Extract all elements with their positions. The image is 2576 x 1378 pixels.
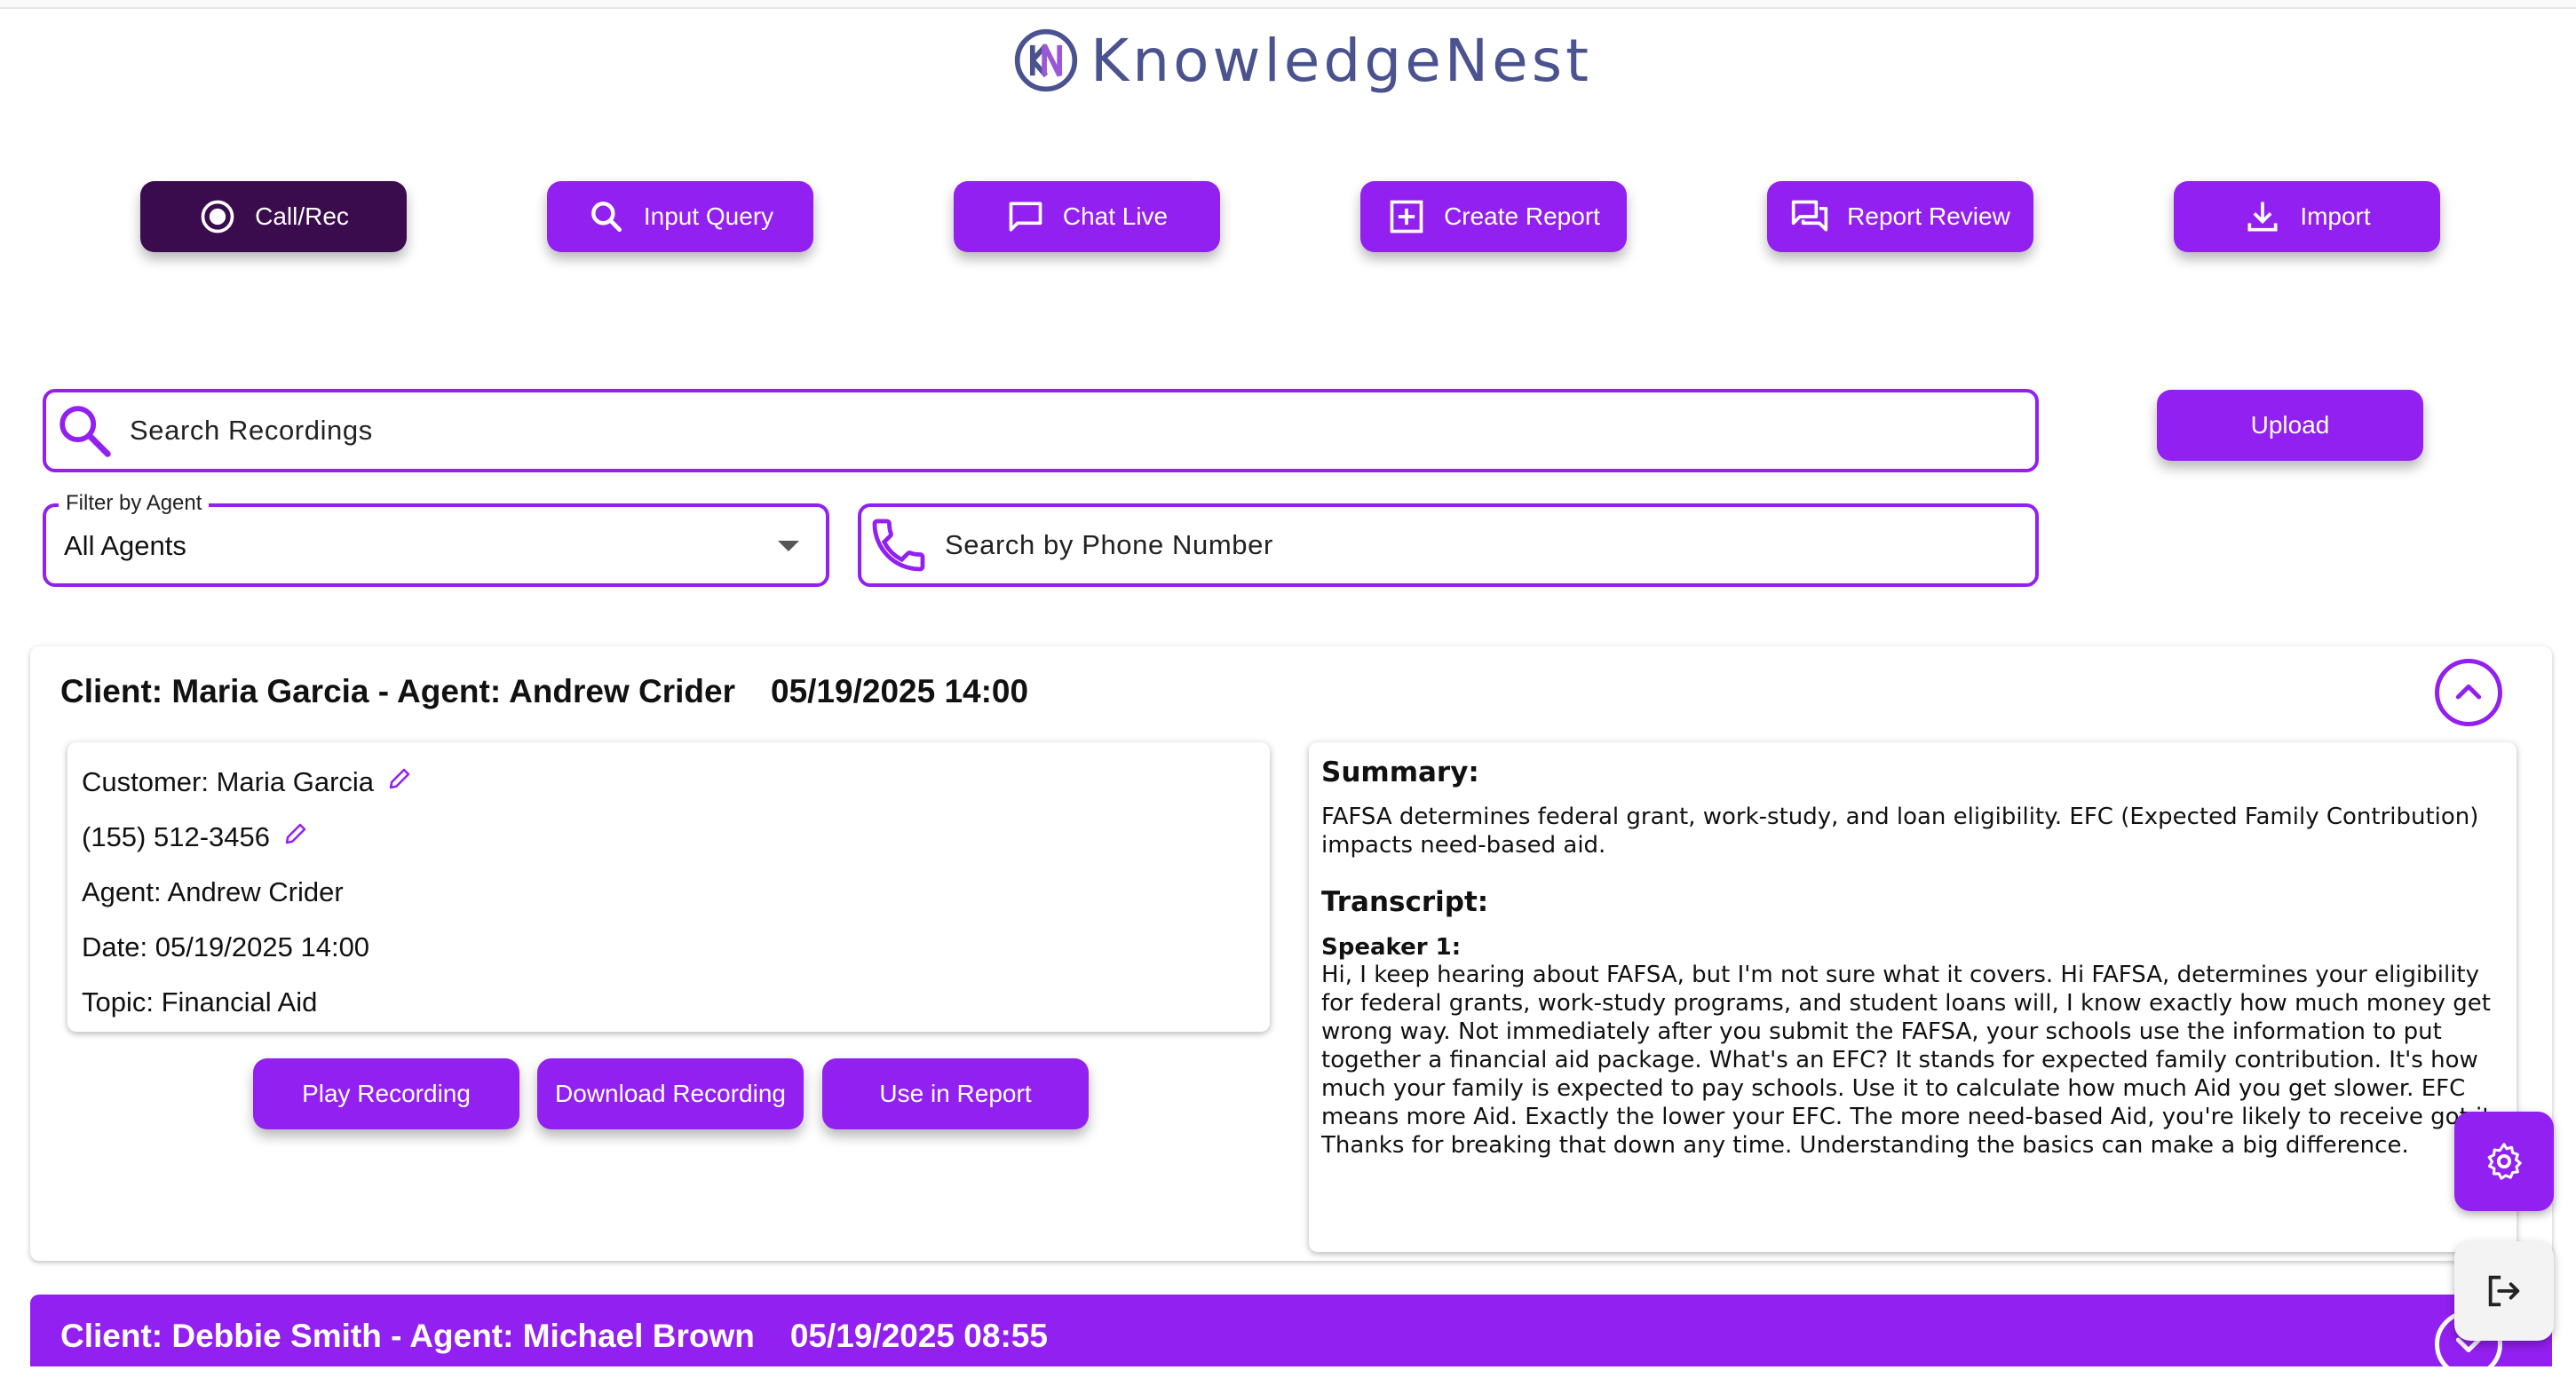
collapse-button[interactable] <box>2435 659 2502 726</box>
recording-card-collapsed[interactable]: Client: Debbie Smith - Agent: Michael Br… <box>30 1295 2552 1378</box>
settings-button[interactable] <box>2454 1112 2554 1211</box>
search-recordings-input[interactable] <box>128 414 2035 447</box>
nav-chat-live-button[interactable]: Chat Live <box>954 181 1220 252</box>
nav-label: Report Review <box>1847 202 2010 230</box>
recording-details-panel: Customer: Maria Garcia (155) 512-3456 Ag… <box>67 742 1270 1032</box>
topic-row: Topic: Financial Aid <box>82 986 318 1018</box>
upload-button[interactable]: Upload <box>2157 390 2423 461</box>
speaker-label: Speaker 1: <box>1321 934 1462 961</box>
nav-input-query-button[interactable]: Input Query <box>547 181 813 252</box>
search-icon <box>59 406 111 457</box>
search-icon <box>590 202 622 233</box>
filter-value: All Agents <box>64 530 186 561</box>
chat-icon <box>1009 202 1042 232</box>
gear-icon <box>2487 1143 2522 1180</box>
top-bar <box>0 0 2576 9</box>
logo-icon <box>1014 28 1078 92</box>
phone-row: (155) 512-3456 <box>82 810 1256 865</box>
app-name: KnowledgeNest <box>1090 26 1593 95</box>
edit-customer-button[interactable] <box>386 765 413 799</box>
recording-datetime: 05/19/2025 08:55 <box>789 1318 1048 1354</box>
record-icon <box>201 200 234 234</box>
transcript-text: Hi, I keep hearing about FAFSA, but I'm … <box>1321 962 2499 1159</box>
play-recording-button[interactable]: Play Recording <box>253 1058 519 1129</box>
pencil-icon <box>389 768 410 789</box>
download-icon <box>2247 202 2278 232</box>
nav-import-button[interactable]: Import <box>2174 181 2440 252</box>
nav-report-review-button[interactable]: Report Review <box>1767 181 2033 252</box>
customer-row: Customer: Maria Garcia <box>82 755 1256 810</box>
summary-transcript-panel: Summary: FAFSA determines federal grant,… <box>1309 742 2517 1252</box>
date-row: Date: 05/19/2025 14:00 <box>82 931 370 962</box>
recording-card-header[interactable]: Client: Maria Garcia - Agent: Andrew Cri… <box>60 673 1028 710</box>
nav-call-rec-button[interactable]: Call/Rec <box>140 181 407 252</box>
recording-card: Client: Maria Garcia - Agent: Andrew Cri… <box>30 646 2552 1261</box>
summary-heading: Summary: <box>1321 756 1479 788</box>
recording-title: Client: Maria Garcia - Agent: Andrew Cri… <box>60 673 735 709</box>
download-recording-button[interactable]: Download Recording <box>537 1058 804 1129</box>
dropdown-arrow-icon <box>778 541 799 551</box>
transcript-heading: Transcript: <box>1321 886 1489 918</box>
forum-icon <box>1792 200 1828 232</box>
agent-filter-select[interactable]: Filter by Agent All Agents <box>43 491 829 587</box>
recording-card-header[interactable]: Client: Debbie Smith - Agent: Michael Br… <box>60 1318 1048 1355</box>
recording-title: Client: Debbie Smith - Agent: Michael Br… <box>60 1318 755 1354</box>
agent-row: Agent: Andrew Crider <box>82 876 344 907</box>
nav-label: Call/Rec <box>255 202 349 230</box>
use-in-report-button[interactable]: Use in Report <box>822 1058 1089 1129</box>
search-recordings-box <box>43 389 2039 472</box>
app-logo: KnowledgeNest <box>1012 16 1592 105</box>
phone-search-input[interactable] <box>943 528 2035 562</box>
recording-datetime: 05/19/2025 14:00 <box>771 673 1029 709</box>
nav-create-report-button[interactable]: Create Report <box>1360 181 1627 252</box>
add-box-icon <box>1390 200 1423 234</box>
logout-button[interactable] <box>2454 1241 2554 1341</box>
nav-label: Input Query <box>643 202 774 230</box>
filter-legend: Filter by Agent <box>59 491 210 516</box>
phone-icon <box>872 519 925 572</box>
nav-label: Import <box>2300 202 2371 230</box>
pencil-icon <box>285 823 306 844</box>
nav-label: Chat Live <box>1062 202 1169 230</box>
summary-text: FAFSA determines federal grant, work-stu… <box>1321 804 2479 859</box>
customer-name: Customer: Maria Garcia <box>82 766 375 797</box>
logout-icon <box>2488 1275 2520 1307</box>
phone-search-box <box>858 503 2039 587</box>
edit-phone-button[interactable] <box>282 820 309 854</box>
chevron-up-icon <box>2455 684 2482 700</box>
nav-label: Create Report <box>1444 202 1600 230</box>
customer-phone: (155) 512-3456 <box>82 821 270 852</box>
